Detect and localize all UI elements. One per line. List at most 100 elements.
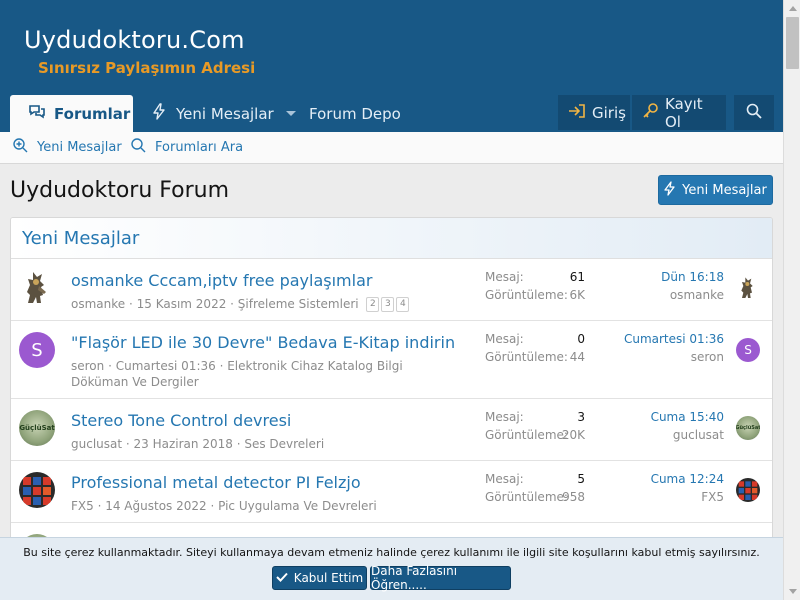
- tab-forum-depo-label: Forum Depo: [309, 104, 401, 123]
- learn-more-button[interactable]: Daha Fazlasını Öğren.....: [370, 564, 511, 592]
- bolt-icon: [152, 103, 166, 124]
- sign-in-icon: [568, 103, 586, 123]
- thread-pages: 2 3 4: [366, 297, 411, 312]
- views-count: 20K: [561, 428, 585, 442]
- avatar[interactable]: [19, 472, 55, 508]
- page-link[interactable]: 2: [366, 297, 380, 312]
- views-count: 44: [569, 350, 585, 364]
- avatar[interactable]: GüçlüSat: [19, 410, 55, 446]
- last-post-date[interactable]: Dün 16:18: [661, 270, 724, 284]
- page-link[interactable]: 4: [396, 297, 410, 312]
- site-logo-title[interactable]: Uydudoktoru.Com: [24, 26, 245, 54]
- last-post-date[interactable]: Cumartesi 01:36: [624, 332, 724, 346]
- thread-meta: osmanke · 15 Kasım 2022 · Şifreleme Sist…: [71, 296, 441, 312]
- register-label: Kayıt Ol: [665, 94, 703, 131]
- scrollbar[interactable]: [783, 0, 800, 600]
- accept-cookies-label: Kabul Ettim: [293, 571, 364, 585]
- last-post-user[interactable]: osmanke: [670, 288, 724, 302]
- page: Uydudoktoru.Com Sınırsız Paylaşımın Adre…: [0, 0, 783, 600]
- sub-nav: Yeni Mesajlar Forumları Ara: [0, 132, 783, 164]
- avatar[interactable]: S: [19, 332, 55, 368]
- replies-count: 61: [569, 270, 585, 284]
- page-title: Uydudoktoru Forum: [10, 178, 230, 203]
- table-row: osmanke Cccam,iptv free paylaşımlar osma…: [11, 259, 772, 321]
- replies-label: Mesaj:: [485, 472, 524, 486]
- subnav-search-forums[interactable]: Forumları Ara: [131, 132, 243, 163]
- thread-starter[interactable]: guclusat: [71, 437, 122, 451]
- subnav-new-posts[interactable]: Yeni Mesajlar: [13, 132, 122, 163]
- thread-start-date[interactable]: 15 Kasım 2022: [137, 297, 227, 311]
- new-posts-button-label: Yeni Mesajlar: [682, 182, 767, 198]
- key-icon: [642, 102, 659, 123]
- replies-label: Mesaj:: [485, 332, 524, 346]
- thread-meta: guclusat · 23 Haziran 2018 · Ses Devrele…: [71, 437, 325, 451]
- scroll-up-arrow[interactable]: [784, 0, 800, 17]
- subnav-new-posts-label: Yeni Mesajlar: [37, 140, 122, 155]
- cookie-notice: Bu site çerez kullanmaktadır. Siteyi kul…: [0, 537, 783, 600]
- learn-more-label: Daha Fazlasını Öğren.....: [371, 564, 458, 592]
- tab-new-posts[interactable]: Yeni Mesajlar: [152, 95, 296, 132]
- table-row: Professional metal detector PI Felzjo FX…: [11, 461, 772, 523]
- login-label: Giriş: [592, 103, 626, 122]
- table-row: S "Flaşör LED ile 30 Devre" Bedava E-Kit…: [11, 321, 772, 399]
- search-icon: [746, 103, 762, 123]
- last-post-user[interactable]: guclusat: [673, 428, 724, 442]
- thread-title[interactable]: osmanke Cccam,iptv free paylaşımlar: [71, 271, 372, 290]
- avatar[interactable]: S: [736, 338, 760, 362]
- check-icon: [276, 571, 288, 585]
- login-button[interactable]: Giriş: [558, 95, 630, 130]
- thread-title[interactable]: "Flaşör LED ile 30 Devre" Bedava E-Kitap…: [71, 333, 455, 352]
- zoom-plus-icon: [13, 138, 28, 157]
- site-header: Uydudoktoru.Com Sınırsız Paylaşımın Adre…: [0, 0, 783, 95]
- subnav-search-forums-label: Forumları Ara: [155, 140, 244, 155]
- bolt-icon: [664, 180, 676, 200]
- register-button[interactable]: Kayıt Ol: [632, 94, 726, 131]
- thread-forum[interactable]: Ses Devreleri: [244, 437, 324, 451]
- thread-forum[interactable]: Pic Uygulama Ve Devreleri: [218, 499, 377, 513]
- block-title[interactable]: Yeni Mesajlar: [11, 218, 772, 259]
- views-count: 958: [562, 490, 585, 504]
- thread-start-date[interactable]: Cumartesi 01:36: [116, 359, 216, 373]
- last-post-date[interactable]: Cuma 12:24: [651, 472, 724, 486]
- avatar[interactable]: [736, 276, 760, 300]
- thread-meta: FX5 · 14 Ağustos 2022 · Pic Uygulama Ve …: [71, 499, 377, 513]
- scrollbar-thumb[interactable]: [786, 17, 799, 69]
- thread-starter[interactable]: seron: [71, 359, 104, 373]
- table-row: GüçlüSat Stereo Tone Control devresi guc…: [11, 399, 772, 461]
- avatar[interactable]: [736, 478, 760, 502]
- tab-forums-label: Forumlar: [54, 104, 131, 123]
- thread-starter[interactable]: osmanke: [71, 297, 125, 311]
- thread-start-date[interactable]: 14 Ağustos 2022: [105, 499, 206, 513]
- views-count: 6K: [569, 288, 585, 302]
- chevron-down-icon: [788, 589, 797, 594]
- replies-count: 3: [577, 410, 585, 424]
- search-button[interactable]: [734, 95, 774, 130]
- thread-meta: seron · Cumartesi 01:36 · Elektronik Cih…: [71, 359, 403, 389]
- replies-count: 0: [577, 332, 585, 346]
- scroll-down-arrow[interactable]: [784, 583, 800, 600]
- main-nav: Forumlar Yeni Mesajlar Forum Depo Giriş …: [0, 95, 783, 132]
- page-link[interactable]: 3: [381, 297, 395, 312]
- replies-label: Mesaj:: [485, 410, 524, 424]
- thread-starter[interactable]: FX5: [71, 499, 94, 513]
- new-posts-button[interactable]: Yeni Mesajlar: [658, 175, 773, 205]
- accept-cookies-button[interactable]: Kabul Ettim: [272, 566, 367, 590]
- last-post-user[interactable]: seron: [691, 350, 724, 364]
- chevron-down-icon[interactable]: [285, 111, 296, 116]
- cookie-text: Bu site çerez kullanmaktadır. Siteyi kul…: [23, 546, 760, 559]
- thread-start-date[interactable]: 23 Haziran 2018: [134, 437, 233, 451]
- tab-new-posts-label: Yeni Mesajlar: [176, 104, 274, 123]
- thread-forum[interactable]: Şifreleme Sistemleri: [238, 297, 359, 311]
- chevron-up-icon: [788, 6, 797, 11]
- thread-title[interactable]: Professional metal detector PI Felzjo: [71, 473, 361, 492]
- thread-title[interactable]: Stereo Tone Control devresi: [71, 411, 291, 430]
- last-post-user[interactable]: FX5: [701, 490, 724, 504]
- chat-bubbles-icon: [28, 104, 46, 124]
- tab-forums[interactable]: Forumlar: [10, 95, 133, 132]
- avatar[interactable]: [19, 270, 55, 306]
- replies-count: 5: [577, 472, 585, 486]
- last-post-date[interactable]: Cuma 15:40: [651, 410, 724, 424]
- avatar[interactable]: GüçlüSat: [736, 416, 760, 440]
- tab-forum-depo[interactable]: Forum Depo: [309, 95, 401, 132]
- search-icon: [131, 138, 146, 157]
